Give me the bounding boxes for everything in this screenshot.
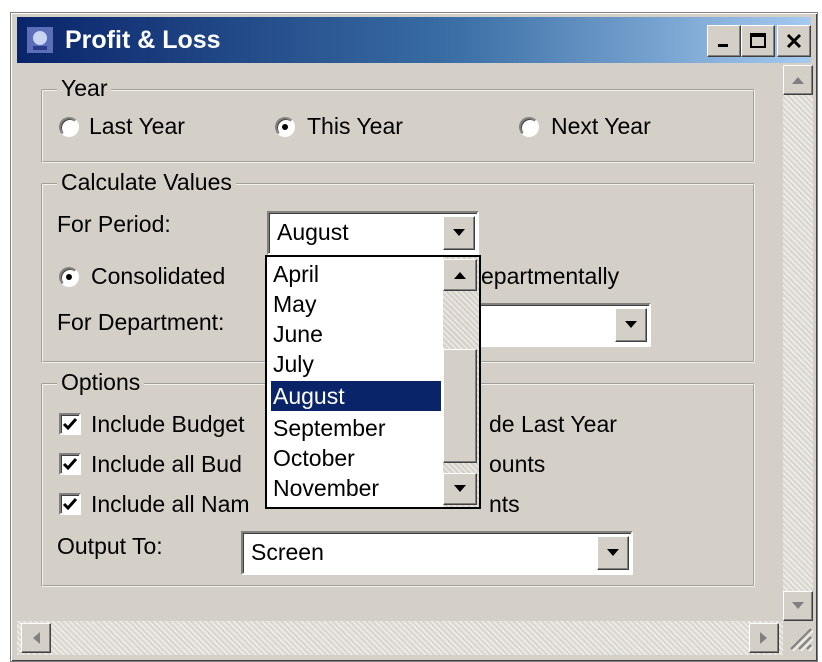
for-period-label: For Period: — [57, 211, 171, 237]
dropdown-scroll-down-button[interactable] — [443, 473, 477, 505]
consolidated-label[interactable]: Consolidated — [91, 263, 225, 290]
next-year-label[interactable]: Next Year — [551, 113, 651, 140]
include-last-year-label[interactable]: de Last Year — [489, 411, 617, 438]
triangle-down-icon — [454, 485, 466, 492]
this-year-radio[interactable] — [275, 117, 295, 137]
scroll-right-button[interactable] — [749, 623, 779, 653]
triangle-up-icon — [454, 272, 466, 279]
period-option-september[interactable]: September — [271, 413, 441, 443]
checkmark-icon — [62, 418, 78, 431]
dropdown-scrollbar[interactable] — [443, 257, 479, 507]
scroll-left-button[interactable] — [21, 623, 51, 653]
output-combobox[interactable]: Screen — [241, 531, 633, 575]
period-option-june[interactable]: June — [271, 319, 441, 349]
next-year-radio[interactable] — [519, 117, 539, 137]
checkmark-icon — [62, 458, 78, 471]
period-option-october[interactable]: October — [271, 443, 441, 473]
period-value: August — [277, 219, 349, 245]
dropdown-scroll-thumb[interactable] — [443, 349, 477, 463]
include-budget-label[interactable]: Include Budget — [91, 411, 244, 438]
vertical-scrollbar[interactable] — [783, 65, 813, 621]
consolidated-radio[interactable] — [59, 267, 79, 287]
include-all-budget-label[interactable]: Include all Bud — [91, 451, 242, 478]
period-option-august[interactable]: August — [271, 381, 441, 411]
close-icon — [786, 33, 802, 49]
last-year-radio[interactable] — [59, 117, 79, 137]
output-value: Screen — [251, 539, 324, 565]
dropdown-scroll-up-button[interactable] — [443, 259, 477, 291]
accounts-label[interactable]: ounts — [489, 451, 545, 478]
include-all-named-label[interactable]: Include all Nam — [91, 491, 250, 518]
profit-loss-window: Profit & Loss Year Last Year This Year N… — [10, 12, 818, 662]
options-title: Options — [57, 369, 145, 396]
departmentally-label[interactable]: epartmentally — [481, 263, 619, 290]
year-group-title: Year — [57, 75, 112, 102]
minimize-icon — [718, 44, 728, 47]
period-option-april[interactable]: April — [271, 259, 441, 289]
triangle-right-icon — [760, 632, 767, 644]
department-dropdown-button[interactable] — [615, 308, 647, 342]
period-option-july[interactable]: July — [271, 349, 441, 379]
scroll-up-button[interactable] — [783, 65, 813, 95]
include-all-budget-checkbox[interactable] — [59, 453, 81, 475]
maximize-button[interactable] — [741, 25, 775, 57]
maximize-icon — [750, 33, 766, 48]
period-dropdown-button[interactable] — [443, 216, 475, 250]
triangle-up-icon — [792, 77, 804, 84]
triangle-left-icon — [33, 632, 40, 644]
year-group: Year Last Year This Year Next Year — [41, 75, 755, 163]
period-option-november[interactable]: November — [271, 473, 441, 503]
output-to-label: Output To: — [57, 533, 163, 559]
minimize-button[interactable] — [707, 25, 741, 57]
output-dropdown-button[interactable] — [597, 536, 629, 570]
title-bar[interactable]: Profit & Loss — [17, 17, 811, 63]
close-button[interactable] — [777, 25, 811, 57]
period-option-may[interactable]: May — [271, 289, 441, 319]
include-budget-checkbox[interactable] — [59, 413, 81, 435]
checkmark-icon — [62, 498, 78, 511]
include-all-named-checkbox[interactable] — [59, 493, 81, 515]
this-year-label[interactable]: This Year — [307, 113, 403, 140]
for-department-label: For Department: — [57, 309, 225, 335]
last-year-label[interactable]: Last Year — [89, 113, 185, 140]
chevron-down-icon — [625, 321, 637, 328]
scroll-down-button[interactable] — [783, 591, 813, 621]
horizontal-scrollbar[interactable] — [17, 621, 783, 655]
calculate-values-title: Calculate Values — [57, 169, 236, 196]
period-dropdown-list[interactable]: April May June July August September Oct… — [265, 255, 481, 509]
accounts-label-2[interactable]: nts — [489, 491, 520, 518]
triangle-down-icon — [792, 602, 804, 609]
period-combobox[interactable]: August — [267, 211, 479, 255]
chevron-down-icon — [607, 549, 619, 556]
resize-grip-icon[interactable] — [783, 621, 815, 655]
chevron-down-icon — [453, 229, 465, 236]
app-icon — [27, 27, 53, 53]
window-title: Profit & Loss — [65, 26, 221, 54]
